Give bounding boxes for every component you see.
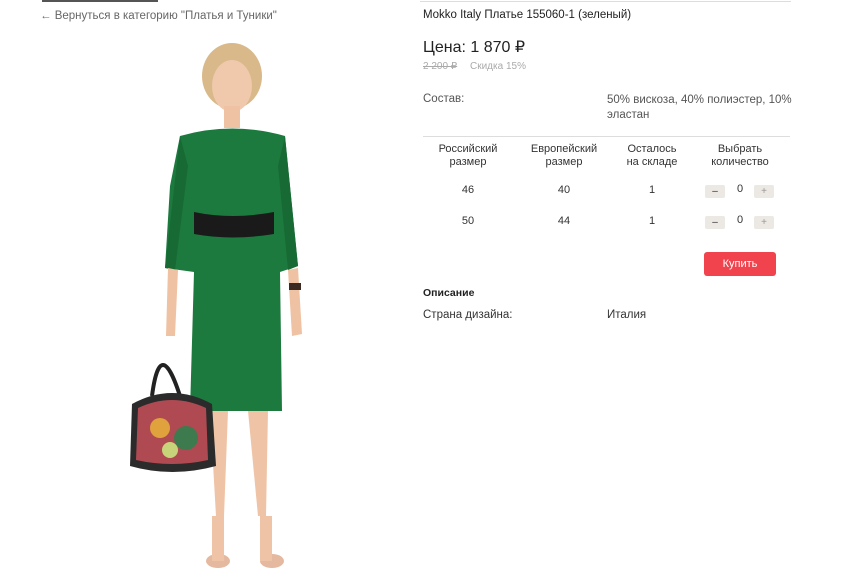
header-eu-size: Европейский размер [530,143,598,168]
tab-indicator [42,0,158,2]
row1-stock: 1 [648,184,656,196]
discount-label: Скидка 15% [470,61,526,72]
spec-label-design-country: Страна дизайна: [423,309,513,321]
row2-qty-value: 0 [736,214,744,226]
row1-ru-size: 46 [461,184,475,196]
row2-stock: 1 [648,215,656,227]
composition-value: 50% вискоза, 40% полиэстер, 10% эластан [607,94,792,121]
row2-eu-size: 44 [557,215,571,227]
product-photo [130,43,302,568]
product-title: Mokko Italy Платье 155060-1 (зеленый) [423,9,632,21]
row1-eu-size: 40 [557,184,571,196]
composition-label: Состав: [423,93,465,105]
old-price: 2 200 ₽ [423,61,458,72]
row1-qty-minus-button[interactable]: – [705,185,725,198]
header-quantity: Выбрать количество [711,143,769,168]
spec-value-design-country: Италия [607,309,647,321]
buy-button[interactable]: Купить [704,252,776,276]
row1-qty-value: 0 [736,183,744,195]
top-divider [420,1,791,2]
header-ru-size: Российский размер [438,143,498,168]
back-to-category-link[interactable]: ← Вернуться в категорию "Платья и Туники… [40,10,277,22]
row2-ru-size: 50 [461,215,475,227]
section-divider [423,136,790,137]
row1-qty-plus-button[interactable]: + [754,185,774,198]
row2-qty-plus-button[interactable]: + [754,216,774,229]
row2-qty-minus-button[interactable]: – [705,216,725,229]
product-price: Цена: 1 870 ₽ [423,39,526,56]
header-stock: Осталось на складе [626,143,678,168]
description-heading: Описание [423,287,475,299]
